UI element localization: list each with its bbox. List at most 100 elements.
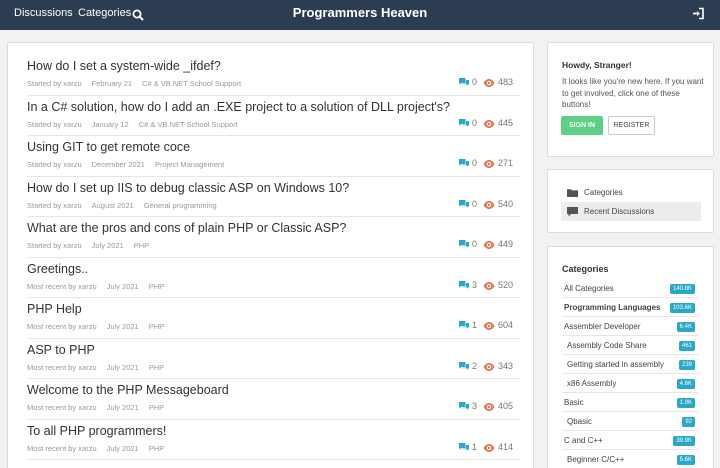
category-item[interactable]: Programming Languages 103.6K	[562, 299, 698, 317]
welcome-text: It looks like you're new here. If you wa…	[562, 77, 704, 109]
category-count-badge: 239	[678, 360, 695, 370]
discussion-meta-item[interactable]: C# & VB.NET School Support	[142, 79, 241, 88]
discussion-meta-item[interactable]: PHP	[149, 363, 164, 372]
category-item[interactable]: Getting started in assembly 239	[562, 356, 698, 374]
discussion-row[interactable]: How do I set a system-wide _ifdef? Starte…	[27, 55, 521, 96]
view-count-value: 483	[498, 77, 514, 87]
discussion-title[interactable]: How do I set up IIS to debug classic ASP…	[27, 181, 349, 195]
category-item[interactable]: Assembly Code Share 461	[562, 337, 698, 355]
eye-icon	[483, 239, 498, 249]
comment-count-value: 1	[472, 320, 478, 330]
category-label: Qbasic	[567, 417, 592, 426]
discussion-meta-item: August 2021	[91, 200, 134, 210]
discussion-meta-item: July 2021	[106, 403, 139, 412]
discussion-title[interactable]: What are the pros and cons of plain PHP …	[27, 221, 346, 235]
comment-count-value: 1	[472, 441, 478, 452]
category-item[interactable]: Beginner C/C++ 5.6K	[562, 451, 698, 468]
discussion-meta-item[interactable]: C# & VB.NET School Support	[139, 120, 238, 129]
category-label: Programming Languages	[564, 303, 661, 312]
discussion-meta: Started by xarzu August 2021 General progr…	[27, 201, 227, 210]
comment-count: 0	[458, 239, 477, 249]
discussion-row[interactable]: PHP Help Most recent by xarzu July 2021 PHP…	[27, 298, 521, 339]
discussion-title[interactable]: PHP Help	[27, 302, 82, 316]
categories-box: Categories All Categories 140.8K Programmi…	[547, 246, 714, 468]
view-count: 604	[483, 320, 513, 330]
quicklinks-box: Categories Recent Discussions	[547, 169, 714, 233]
discussion-list-panel: How do I set a system-wide _ifdef? Starte…	[7, 42, 534, 468]
discussion-meta-item: July 2021	[106, 322, 139, 331]
category-label: C and C++	[564, 436, 603, 445]
comment-icon	[458, 199, 472, 209]
discussion-meta-item: Most recent by xarzu	[27, 362, 97, 372]
discussion-title[interactable]: Welcome to the PHP Messageboard	[27, 383, 229, 397]
discussion-row[interactable]: To all PHP programmers! Most recent by xa…	[27, 420, 521, 460]
category-item[interactable]: C and C++ 39.9K	[562, 432, 698, 450]
comment-count-value: 3	[472, 279, 478, 290]
discussion-title[interactable]: Greetings..	[27, 262, 88, 276]
discussion-row[interactable]: How do I set up IIS to debug classic ASP…	[27, 177, 521, 217]
category-item[interactable]: Assembler Developer 6.4K	[562, 318, 698, 336]
category-item[interactable]: x86 Assembly 4.6K	[562, 375, 698, 393]
discussion-meta-item[interactable]: Project Management	[155, 160, 224, 169]
discussion-meta-item[interactable]: General programming	[144, 201, 217, 210]
view-count: 445	[483, 118, 513, 128]
discussion-title[interactable]: How do I set a system-wide _ifdef?	[27, 59, 221, 73]
category-count-badge: 6.4K	[676, 322, 695, 332]
discussion-row[interactable]: Using GIT to get remote coce Started by x…	[27, 136, 521, 177]
sign-in-button[interactable]: SIGN IN	[561, 116, 603, 135]
top-nav-bar: Discussions Categories Programmers Heave…	[0, 0, 720, 30]
discussion-meta: Most recent by xarzu July 2021 PHP	[27, 322, 174, 331]
quicklink-categories[interactable]: Categories	[561, 183, 701, 202]
discussion-meta-item[interactable]: PHP	[149, 444, 164, 453]
category-item[interactable]: All Categories 140.8K	[562, 280, 698, 298]
comment-count-value: 0	[472, 158, 478, 168]
discussion-meta-item[interactable]: PHP	[134, 241, 149, 250]
view-count-value: 343	[498, 360, 514, 371]
category-count-badge: 4.6K	[676, 379, 695, 389]
view-count-value: 414	[498, 441, 514, 452]
discussion-meta-item: July 2021	[106, 281, 139, 291]
discussion-row[interactable]: What are the pros and cons of plain PHP …	[27, 217, 521, 258]
view-count: 520	[483, 280, 513, 290]
quicklink-recent-discussions[interactable]: Recent Discussions	[561, 202, 701, 221]
category-item[interactable]: Basic 1.9K	[562, 394, 698, 412]
eye-icon	[483, 199, 498, 209]
discussion-meta-item: July 2021	[106, 443, 139, 453]
discussion-title[interactable]: ASP to PHP	[27, 343, 95, 357]
discussion-meta: Most recent by xarzu July 2021 PHP	[27, 403, 174, 412]
discussion-row[interactable]: Greetings.. Most recent by xarzu July 2021…	[27, 258, 521, 298]
category-label: Assembler Developer	[564, 322, 641, 331]
discussion-meta-item[interactable]: PHP	[149, 403, 164, 412]
comment-count-value: 0	[472, 198, 478, 209]
discussion-row[interactable]: ASP to PHP Most recent by xarzu July 2021 P…	[27, 339, 521, 379]
view-count: 449	[483, 239, 513, 249]
discussion-title[interactable]: In a C# solution, how do I add an .EXE p…	[27, 100, 450, 114]
category-item[interactable]: Qbasic 92	[562, 413, 698, 431]
discussion-row[interactable]: Welcome to the PHP Messageboard Most rece…	[27, 379, 521, 420]
category-count-badge: 140.8K	[669, 284, 695, 294]
comment-icon	[458, 239, 472, 249]
eye-icon	[483, 442, 498, 452]
discussion-meta-item: February 21	[91, 79, 133, 88]
comment-icon	[458, 280, 472, 290]
eye-icon	[483, 280, 498, 290]
view-count-value: 445	[498, 117, 514, 128]
discussion-meta: Started by xarzu January 12 C# & VB.NET Sc…	[27, 120, 248, 129]
discussion-meta: Started by xarzu February 21 C# & VB.NET S…	[27, 79, 251, 88]
comment-icon	[458, 158, 472, 168]
comment-icon	[458, 442, 472, 452]
sign-in-icon[interactable]	[692, 7, 705, 20]
discussion-meta: Most recent by xarzu July 2021 PHP	[27, 282, 174, 291]
site-title[interactable]: Programmers Heaven	[0, 5, 720, 20]
discussion-row[interactable]: In a C# solution, how do I add an .EXE p…	[27, 96, 521, 136]
eye-icon	[483, 158, 498, 168]
discussion-title[interactable]: To all PHP programmers!	[27, 424, 166, 438]
discussion-meta-item[interactable]: PHP	[149, 282, 164, 291]
discussion-title[interactable]: Using GIT to get remote coce	[27, 140, 190, 154]
category-label: Assembly Code Share	[567, 341, 647, 350]
discussion-meta-item: Started by xarzu	[27, 160, 82, 169]
register-button[interactable]: REGISTER	[608, 116, 655, 135]
discussion-meta-item[interactable]: PHP	[149, 322, 164, 331]
comment-icon	[458, 320, 472, 330]
discussion-meta: Most recent by xarzu July 2021 PHP	[27, 363, 174, 372]
